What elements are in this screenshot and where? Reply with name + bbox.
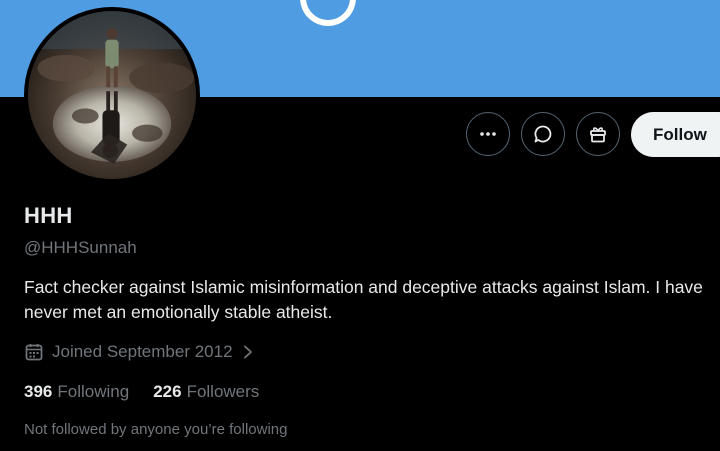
- followers-link[interactable]: 226 Followers: [153, 382, 259, 402]
- chevron-right-icon: [243, 345, 252, 359]
- calendar-icon: [25, 344, 43, 361]
- follow-button[interactable]: Follow: [631, 112, 720, 157]
- following-link[interactable]: 396 Following: [24, 382, 129, 402]
- user-handle: @HHHSunnah: [24, 238, 137, 257]
- gift-button[interactable]: [576, 112, 620, 156]
- following-count: 396: [24, 382, 53, 401]
- avatar-photo: [28, 11, 196, 179]
- more-options-button[interactable]: [466, 112, 510, 156]
- joined-date[interactable]: Joined September 2012: [24, 342, 255, 362]
- follow-stats: 396 Following 226 Followers: [24, 382, 283, 402]
- message-icon: [534, 125, 552, 143]
- avatar[interactable]: [24, 7, 200, 183]
- followers-label: Followers: [186, 382, 260, 401]
- following-label: Following: [57, 382, 130, 401]
- banner-graphic: [300, 0, 356, 26]
- followed-by-note: Not followed by anyone you’re following: [24, 421, 288, 438]
- joined-label: Joined September 2012: [52, 342, 233, 361]
- message-button[interactable]: [521, 112, 565, 156]
- gift-icon: [590, 127, 606, 143]
- display-name: HHH: [24, 203, 73, 228]
- more-horizontal-icon: [480, 132, 496, 136]
- profile-bio: Fact checker against Islamic misinformat…: [24, 277, 703, 322]
- followers-count: 226: [153, 382, 182, 401]
